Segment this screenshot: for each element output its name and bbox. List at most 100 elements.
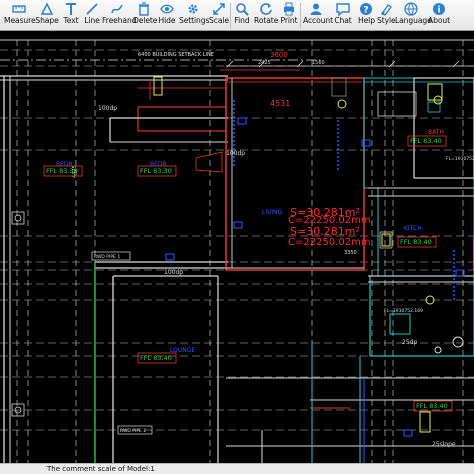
toolbar-label: Settings [179,16,210,25]
drawing-canvas[interactable]: 6400 BUILDING SETBACK LINE 2425 3600 4531 10… [0,31,474,463]
toolbar-button-rotate[interactable]: Rotate [254,0,278,30]
status-bar: The comment scale of Model:1 [0,463,474,474]
toolbar-button-measure[interactable]: Measure [4,0,36,30]
room-cyan [377,187,474,277]
toolbar-label: Language [395,16,432,25]
area-text: C=22250.02mm [288,237,371,248]
toolbar-button-delete[interactable]: Delete [133,0,158,30]
toolbar-separator [230,3,231,28]
toolbar-button-text[interactable]: Text [61,0,81,30]
dim-text: 1560 [312,60,325,66]
toolbar-label: Chat [334,16,352,25]
toolbar-label: Measure [4,16,36,25]
toolbar-separator [300,3,301,28]
ffl-label: FFL 83.40 [400,238,432,246]
small-text: FL=1930752.169 [446,156,474,162]
toolbar-label: Style [377,16,396,25]
toolbar-button-help[interactable]: ? Help [358,0,375,30]
fixture [331,77,347,97]
target-symbol [11,211,25,225]
dim-text: 100dp [226,150,245,157]
door-leaf [195,151,223,173]
toolbar-label: Help [358,16,375,25]
blue-tag [165,253,175,261]
toolbar-label: About [428,16,450,25]
toolbar-label: Delete [133,16,158,25]
toolbar-button-shape[interactable]: Shape [35,0,59,30]
target-symbol [14,214,22,222]
dim-text: 3600 [270,51,288,59]
ffl-label: FFL 83.40 [416,402,448,410]
dim-text: 25dp [402,339,417,346]
rwd-label: RWD PIPE 2 [120,428,146,434]
ffl-label: FFL 83.40 [140,354,172,362]
toolbar-button-print[interactable]: Print [279,0,299,30]
toolbar-button-find[interactable]: Find [233,0,251,30]
toolbar-label: Text [63,16,79,25]
toolbar-label: Hide [158,16,176,25]
toolbar-label: Account [303,16,333,25]
toolbar-label: Scale [209,16,229,25]
room-name: LIVING [262,209,282,216]
find-icon [236,3,249,16]
cad-drawing[interactable]: 6400 BUILDING SETBACK LINE 24253600 4531 10… [0,31,474,463]
toolbar-label: Print [280,16,298,25]
blue-tag [403,429,413,437]
small-text: FL=1930752.169 [384,308,423,314]
toolbar-button-settings[interactable]: Settings [179,0,210,30]
red-zone [137,106,227,132]
toolbar-button-freehand[interactable]: Freehand [102,0,137,30]
toolbar-label: Freehand [102,16,137,25]
scale-icon [213,3,225,15]
toolbar-label: Line [84,16,100,25]
status-text: The comment scale of Model:1 [47,465,155,473]
shape-icon [40,2,54,15]
setback-label: 6400 BUILDING SETBACK LINE [138,52,214,58]
fixture-round [434,346,442,354]
toolbar-button-account[interactable]: Account [303,0,333,30]
measure-icon [12,5,26,13]
toolbar-button-style[interactable]: Style [377,0,396,30]
rwd-label: RWD PIPE 1 [94,254,120,260]
toolbar-label: Rotate [254,16,279,25]
toolbar-button-scale[interactable]: Scale [208,0,230,30]
fixture-round [452,336,464,348]
style-icon [380,4,392,16]
ffl-label: FFL 83.30 [46,167,78,175]
freehand-icon [111,4,123,14]
toolbar-button-line[interactable]: Line [83,0,101,30]
room-white [413,77,474,179]
chat-icon [336,3,350,16]
account-icon [310,3,322,15]
print-icon [284,2,294,16]
blue-tag [361,139,371,147]
dim-text: 100dp [164,269,183,276]
about-icon: i [433,3,445,16]
fixture [377,91,417,117]
toolbar-button-language[interactable]: Language [395,0,432,30]
fixture [419,411,431,433]
line-icon [86,3,98,15]
dim-text: 3350 [344,250,357,256]
delete-icon [139,2,149,16]
toolbar-button-hide[interactable]: Hide [157,0,177,30]
toolbar-button-about[interactable]: i About [428,0,450,30]
toolbar-label: Shape [35,16,59,25]
dim-text: 25slope [432,441,456,448]
fixture-round [337,99,347,109]
hide-icon [160,4,174,14]
ffl-label: FFL 83.40 [410,137,442,145]
svg-text:?: ? [363,6,368,16]
ffl-label: FFL 83.30 [140,167,172,175]
room-cyan [369,275,474,357]
svg-text:i: i [437,6,440,16]
room-name: BATH [428,129,444,136]
room-name: KITCH [404,225,422,232]
dim-text: 4531 [270,99,290,108]
dim-text: 2425 [258,60,271,66]
help-icon: ? [360,3,372,16]
blue-tag [237,117,247,125]
toolbar-button-chat[interactable]: Chat [332,0,354,30]
blue-tag [233,221,243,229]
text-icon [66,3,76,15]
